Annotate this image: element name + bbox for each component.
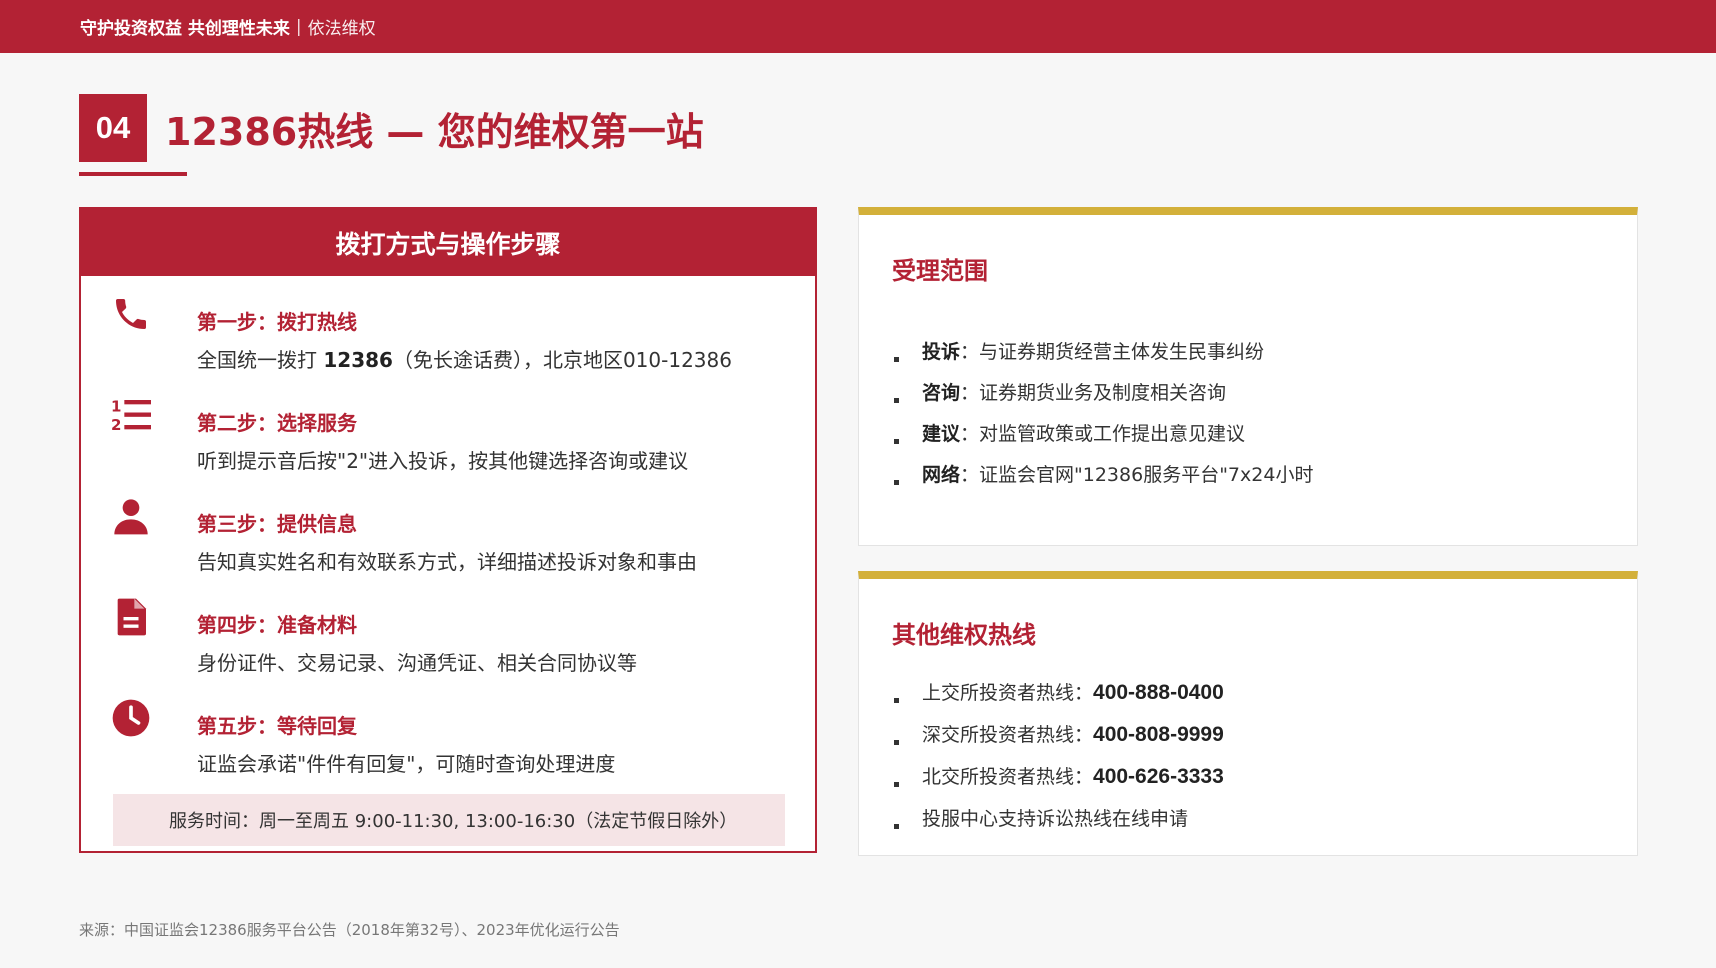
step-title: 第一步：拨打热线 [197, 310, 357, 334]
steps-list: 第一步：拨打热线 全国统一拨打 12386（免长途话费），北京地区010-123… [111, 294, 785, 799]
list-item: 北交所投资者热线：400-626-3333 [892, 763, 1224, 805]
source-note: 来源：中国证监会12386服务平台公告（2018年第32号）、2023年优化运行… [79, 921, 620, 939]
step-item: 第五步：等待回复 证监会承诺"件件有回复"，可随时查询处理进度 [111, 698, 785, 799]
step-description: 听到提示音后按"2"进入投诉，按其他键选择咨询或建议 [197, 449, 689, 473]
banner-slogan: 守护投资权益 共创理性未来 [80, 19, 290, 39]
step-description: 告知真实姓名和有效联系方式，详细描述投诉对象和事由 [197, 550, 697, 574]
step-description: 身份证件、交易记录、沟通凭证、相关合同协议等 [197, 651, 637, 675]
step-item: 第四步：准备材料 身份证件、交易记录、沟通凭证、相关合同协议等 [111, 597, 785, 698]
list-item: 投诉：与证券期货经营主体发生民事纠纷 [892, 338, 1313, 379]
scope-list: 投诉：与证券期货经营主体发生民事纠纷 咨询：证券期货业务及制度相关咨询 建议：对… [892, 338, 1313, 502]
page-title: 12386热线 — 您的维权第一站 [165, 109, 704, 154]
hotline-list: 上交所投资者热线：400-888-0400 深交所投资者热线：400-808-9… [892, 679, 1224, 847]
step-item: 第三步：提供信息 告知真实姓名和有效联系方式，详细描述投诉对象和事由 [111, 496, 785, 597]
page-title-row: 04 12386热线 — 您的维权第一站 [79, 94, 704, 162]
svg-text:1: 1 [111, 398, 121, 416]
step-title: 第三步：提供信息 [197, 512, 357, 536]
top-banner: 守护投资权益 共创理性未来 | 依法维权 [0, 0, 1716, 53]
step-description: 证监会承诺"件件有回复"，可随时查询处理进度 [197, 752, 616, 776]
hotline-card: 其他维权热线 上交所投资者热线：400-888-0400 深交所投资者热线：40… [858, 571, 1638, 856]
step-item: 第一步：拨打热线 全国统一拨打 12386（免长途话费），北京地区010-123… [111, 294, 785, 395]
list-item: 深交所投资者热线：400-808-9999 [892, 721, 1224, 763]
step-description: 全国统一拨打 12386（免长途话费），北京地区010-12386 [197, 348, 732, 372]
document-icon [117, 598, 146, 636]
service-time-note: 服务时间：周一至周五 9:00-11:30, 13:00-16:30（法定节假日… [113, 794, 785, 846]
step-title: 第二步：选择服务 [197, 411, 357, 435]
banner-separator: | [295, 16, 302, 37]
step-title: 第四步：准备材料 [197, 613, 357, 637]
hotline-number: 12386 [323, 348, 393, 372]
user-icon [114, 499, 148, 535]
hotline-number: 400-808-9999 [1093, 723, 1224, 746]
banner-section: 依法维权 [307, 19, 376, 39]
list-item: 投服中心支持诉讼热线在线申请 [892, 805, 1224, 847]
list-item: 咨询：证券期货业务及制度相关咨询 [892, 379, 1313, 420]
phone-icon [116, 299, 146, 329]
step-item: 1 2 第二步：选择服务 听到提示音后按"2"进入投诉，按其他键选择咨询或建议 [111, 395, 785, 496]
svg-text:2: 2 [111, 416, 121, 434]
hotline-number: 400-888-0400 [1093, 681, 1224, 704]
list-item: 建议：对监管政策或工作提出意见建议 [892, 420, 1313, 461]
step-title: 第五步：等待回复 [197, 714, 357, 738]
clock-icon [112, 699, 150, 737]
numbered-list-icon: 1 2 [111, 398, 151, 434]
scope-card: 受理范围 投诉：与证券期货经营主体发生民事纠纷 咨询：证券期货业务及制度相关咨询… [858, 207, 1638, 546]
hotline-card-title: 其他维权热线 [892, 621, 1036, 649]
steps-panel: 拨打方式与操作步骤 第一步：拨打热线 全国统一拨打 12386（免长途话费），北… [79, 207, 817, 853]
section-number-badge: 04 [79, 94, 147, 162]
list-item: 上交所投资者热线：400-888-0400 [892, 679, 1224, 721]
steps-panel-heading: 拨打方式与操作步骤 [81, 209, 815, 276]
hotline-number: 400-626-3333 [1093, 765, 1224, 788]
scope-card-title: 受理范围 [892, 257, 988, 285]
list-item: 网络：证监会官网"12386服务平台"7x24小时 [892, 461, 1313, 502]
title-underline [79, 172, 187, 176]
